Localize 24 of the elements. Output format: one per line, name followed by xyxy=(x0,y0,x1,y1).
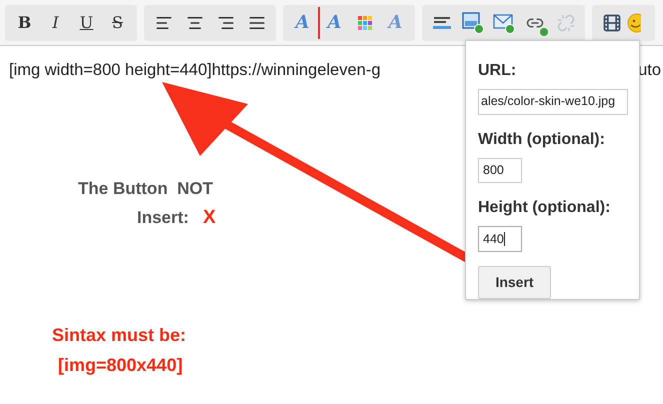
width-label: Width (optional): xyxy=(478,130,606,150)
annotation-text: Sintax must be: xyxy=(52,324,186,347)
envelope-plus-icon xyxy=(492,12,514,34)
height-label: Height (optional): xyxy=(478,198,612,218)
annotation-text: [img=800x440] xyxy=(58,354,183,377)
bold-button[interactable]: B xyxy=(9,6,40,38)
underline-button[interactable]: U xyxy=(71,6,102,38)
broken-link-icon xyxy=(556,14,574,32)
horizontal-rule-icon xyxy=(432,16,452,30)
film-icon xyxy=(602,12,622,32)
italic-button[interactable]: I xyxy=(40,6,71,38)
image-plus-icon xyxy=(462,12,484,34)
url-label: URL: xyxy=(478,61,518,81)
smiley-icon xyxy=(627,12,641,32)
height-field[interactable]: 440 xyxy=(478,226,522,252)
annotation-text: The Button NOT xyxy=(78,178,214,200)
x-mark: X xyxy=(202,206,216,230)
url-field[interactable]: ales/color-skin-we10.jpg xyxy=(478,89,628,115)
width-field[interactable]: 800 xyxy=(478,158,522,184)
annotation-text: Insert: xyxy=(137,207,189,229)
color-grid-icon xyxy=(358,16,372,30)
strikethrough-button[interactable]: S xyxy=(102,6,133,38)
insert-button[interactable]: Insert xyxy=(478,266,551,299)
editor-text: [img width=800 height=440]https://winningeleven-g xyxy=(9,60,380,81)
